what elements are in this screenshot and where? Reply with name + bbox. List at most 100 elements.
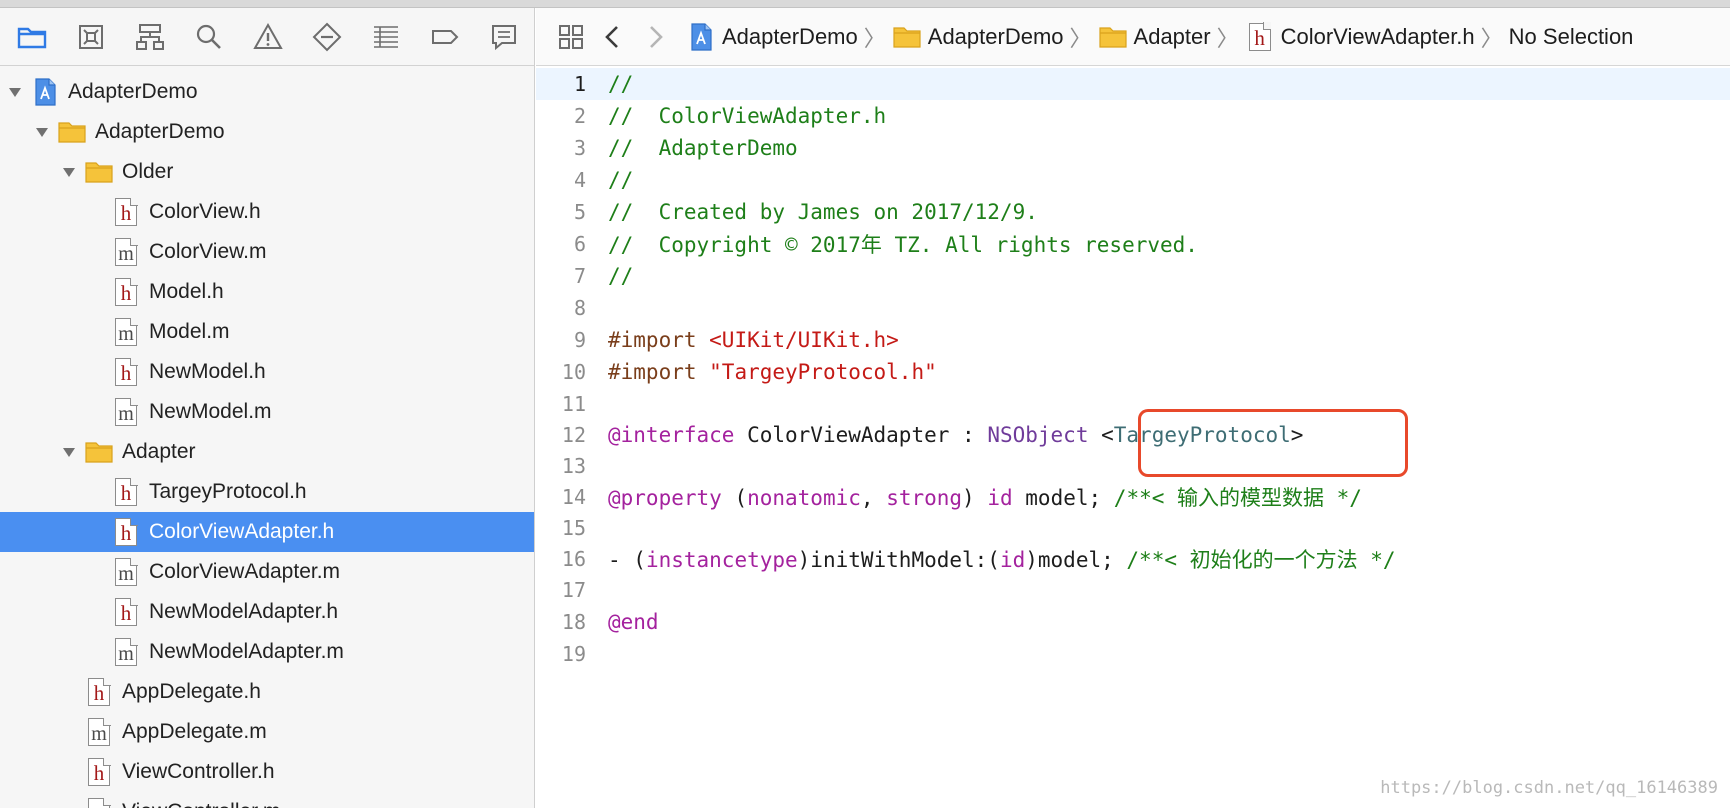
code-line[interactable]: 17 <box>536 574 1730 606</box>
file-icon-wrap: h <box>84 677 114 707</box>
tree-row[interactable]: AdapterDemo <box>0 112 534 152</box>
code-line[interactable]: 7 // <box>536 260 1730 292</box>
code-line[interactable]: 2 // ColorViewAdapter.h <box>536 100 1730 132</box>
code-line[interactable]: 5 // Created by James on 2017/12/9. <box>536 196 1730 228</box>
breadcrumb-item[interactable]: AdapterDemo <box>892 22 1064 52</box>
code-line[interactable]: 18 @end <box>536 606 1730 638</box>
implementation-file-icon: m <box>115 237 138 266</box>
breadcrumb: AdapterDemo 〉 AdapterDemo 〉 Adapter 〉 h ColorVi… <box>686 21 1633 53</box>
breakpoint-navigator-button[interactable] <box>416 8 475 66</box>
file-icon-wrap: h <box>111 357 141 387</box>
breadcrumb-icon: h <box>1245 22 1275 52</box>
code-line[interactable]: 14 @property (nonatomic, strong) id model… <box>536 482 1730 512</box>
tree-row[interactable]: m AppDelegate.m <box>0 712 534 752</box>
code-token: id <box>987 486 1013 510</box>
code-text: // AdapterDemo <box>608 136 798 160</box>
test-navigator-button[interactable] <box>298 8 357 66</box>
tree-row[interactable]: h NewModel.h <box>0 352 534 392</box>
tree-row[interactable]: Older <box>0 152 534 192</box>
header-file-icon: h <box>115 597 138 626</box>
code-text: // Created by James on 2017/12/9. <box>608 200 1038 224</box>
breadcrumb-label: ColorViewAdapter.h <box>1280 23 1475 49</box>
tree-row-label: Model.h <box>149 280 224 303</box>
code-line[interactable]: 3 // AdapterDemo <box>536 132 1730 164</box>
code-line[interactable]: 11 <box>536 388 1730 420</box>
code-token: @end <box>608 610 659 634</box>
breadcrumb-item[interactable]: h ColorViewAdapter.h <box>1245 22 1475 52</box>
code-line[interactable]: 12 @interface ColorViewAdapter : NSObject… <box>536 420 1730 450</box>
code-line[interactable]: 15 <box>536 512 1730 544</box>
related-items-button[interactable] <box>550 15 592 59</box>
line-number: 12 <box>561 423 586 447</box>
find-navigator-button[interactable] <box>179 8 238 66</box>
tree-row[interactable]: h TargeyProtocol.h <box>0 472 534 512</box>
disclosure-triangle-icon[interactable] <box>6 83 24 101</box>
project-navigator-button[interactable] <box>2 8 61 66</box>
code-lines[interactable]: 1 // 2 // ColorViewAdapter.h 3 // AdapterDemo… <box>536 66 1730 670</box>
line-number: 11 <box>561 392 586 416</box>
tree-row[interactable]: m NewModel.m <box>0 392 534 432</box>
tree-row[interactable]: h ColorViewAdapter.h <box>0 512 534 552</box>
code-line[interactable]: 6 // Copyright © 2017年 TZ. All rights res… <box>536 228 1730 260</box>
code-token: // <box>608 72 634 96</box>
tree-row[interactable]: AdapterDemo <box>0 72 534 112</box>
folder-icon <box>58 122 86 143</box>
line-number: 9 <box>573 328 586 352</box>
disclosure-triangle-icon[interactable] <box>60 443 78 461</box>
tree-row[interactable]: m NewModelAdapter.m <box>0 632 534 672</box>
tree-row[interactable]: h NewModelAdapter.h <box>0 592 534 632</box>
tree-row[interactable]: m ColorViewAdapter.m <box>0 552 534 592</box>
code-token: /**< 输入的模型数据 */ <box>1113 486 1362 510</box>
tree-row[interactable]: m Model.m <box>0 312 534 352</box>
tree-row[interactable]: h Model.h <box>0 272 534 312</box>
implementation-file-icon: m <box>88 717 111 746</box>
watermark: https://blog.csdn.net/qq_16146389 <box>1380 778 1718 798</box>
issue-navigator-button[interactable] <box>238 8 297 66</box>
header-file-icon: h <box>88 757 111 786</box>
tree-row[interactable]: Adapter <box>0 432 534 472</box>
tree-row[interactable]: h ColorView.h <box>0 192 534 232</box>
debug-navigator-button[interactable] <box>357 8 416 66</box>
tree-row[interactable]: m ColorView.m <box>0 232 534 272</box>
tree-row-label: AdapterDemo <box>95 120 225 143</box>
code-line[interactable]: 4 // <box>536 164 1730 196</box>
code-line[interactable]: 13 <box>536 450 1730 482</box>
code-token: instancetype <box>645 548 798 572</box>
disclosure-triangle-icon[interactable] <box>33 123 51 141</box>
code-token: /**< 初始化的一个方法 */ <box>1126 548 1396 572</box>
code-line[interactable]: 8 <box>536 292 1730 324</box>
code-token: // AdapterDemo <box>608 136 798 160</box>
breadcrumb-separator-icon: 〉 <box>1216 25 1239 51</box>
code-text: // <box>608 264 633 288</box>
code-line[interactable]: 16 - (instancetype)initWithModel:(id)mode… <box>536 544 1730 574</box>
header-file-icon: h <box>115 277 138 306</box>
code-token: strong <box>886 486 963 510</box>
code-line[interactable]: 1 // <box>536 68 1730 100</box>
code-token: > <box>1290 423 1304 447</box>
breadcrumb-item[interactable]: No Selection <box>1509 24 1634 50</box>
breadcrumb-item[interactable]: Adapter <box>1098 22 1211 52</box>
line-number: 14 <box>561 485 586 509</box>
code-line[interactable]: 10 #import "TargeyProtocol.h" <box>536 356 1730 388</box>
tree-row[interactable]: m ViewController.m <box>0 792 534 808</box>
code-line[interactable]: 9 #import <UIKit/UIKit.h> <box>536 324 1730 356</box>
code-text: @end <box>608 610 659 634</box>
warning-icon <box>253 22 283 49</box>
breakpoint-icon <box>432 29 459 44</box>
back-button[interactable] <box>592 15 634 59</box>
symbol-navigator-button[interactable] <box>120 8 179 66</box>
report-navigator-button[interactable] <box>475 8 534 66</box>
tree-row[interactable]: h AppDelegate.h <box>0 672 534 712</box>
breadcrumb-item[interactable]: AdapterDemo <box>686 22 858 52</box>
tree-row[interactable]: h ViewController.h <box>0 752 534 792</box>
source-control-navigator-button[interactable] <box>61 8 120 66</box>
breadcrumb-icon <box>686 22 716 52</box>
project-navigator: AdapterDemo AdapterDemo Older h ColorView.h m… <box>0 8 535 808</box>
code-line[interactable]: 19 <box>536 638 1730 670</box>
code-token: nonatomic <box>747 486 861 510</box>
header-file-icon: h <box>88 677 111 706</box>
forward-button[interactable] <box>634 15 676 59</box>
disclosure-triangle-icon[interactable] <box>60 163 78 181</box>
